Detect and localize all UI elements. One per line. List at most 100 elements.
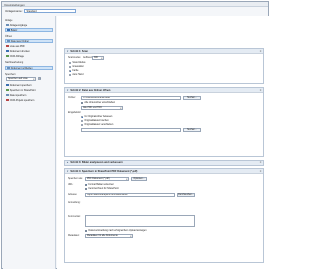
chevron-down-icon: ▾ (67, 169, 69, 173)
sidebar-item-ablagevorgaenge[interactable]: Ablagevorgänge (5, 23, 53, 27)
sidebar-item-label: Speichern in SharePoint (9, 88, 36, 92)
save-icon (6, 83, 9, 87)
group-oeffnen-title: Öffnen (5, 35, 13, 38)
resolution-select[interactable]: 300 ▾ (92, 56, 104, 60)
radio-button[interactable] (69, 65, 72, 68)
folder-input[interactable]: C:\Users\Documents\Scan (81, 96, 181, 101)
template-name-bar: Vorlagenname: Standard (2, 7, 268, 15)
file-type-select[interactable]: Alle PDF und TIFF ▾ (81, 106, 123, 110)
checkbox-label: Dokumentmeldung nach erfolgreichem Uploa… (88, 229, 147, 232)
chevron-down-icon: ▾ (101, 57, 103, 60)
sidebar-item-datei-aus-ordner[interactable]: Datei aus Ordner (5, 39, 53, 44)
step-scan-header[interactable]: ▾ Schritt 1: Scan ✕ (65, 49, 263, 54)
ocr-icon (6, 54, 9, 58)
radio-label: Graustufen (72, 65, 84, 68)
step-title: Schritt 1: Scan (70, 49, 88, 53)
checkbox-label: Alle Unterordner einschließen (84, 101, 116, 104)
radio-farbe[interactable]: Farbe (69, 69, 78, 73)
address-label: Adresse: (68, 193, 78, 196)
chevron-down-icon: ▾ (130, 234, 132, 238)
checkbox[interactable] (85, 229, 88, 232)
step-analyze-section: ▸ Schritt 3: Bilder analysieren und verb… (64, 160, 264, 166)
scanner-icon (6, 23, 9, 27)
metadata-select[interactable]: Metadaten für alle Dokumente ▾ (85, 233, 133, 238)
resolution-value: 300 (94, 57, 98, 60)
radio-delete-original[interactable]: Originaldateien löschen (81, 119, 109, 122)
detect-format-check[interactable]: ✓ Format Balken erkennen (85, 183, 114, 186)
sidebar-item-label: Bilanz (10, 28, 18, 32)
document-icon (6, 49, 9, 53)
input-field-label: Eingabefeld: (68, 111, 81, 114)
sidebar-item-dokument-drucken[interactable]: Dokument drucken (5, 49, 53, 53)
sidebar-item-speichern-sharepoint[interactable]: Speichern in SharePoint (5, 88, 53, 92)
checkbox[interactable]: ✓ (85, 183, 88, 186)
save-format-select[interactable]: PDF Dokument (*.pdf) ▾ (85, 177, 129, 181)
close-icon[interactable]: ✕ (259, 170, 261, 173)
radio-label: Scan-Modus (72, 61, 86, 64)
radio-button[interactable] (69, 61, 72, 64)
sidebar-item-label: Liste aus PDF (9, 44, 25, 48)
sidebar-item-label: Dokument drucken (9, 49, 30, 53)
radio-button[interactable] (69, 73, 72, 76)
radio-graustufen[interactable]: Graustufen (69, 65, 84, 68)
checkbox[interactable] (81, 101, 84, 104)
sidebar-item-label: OCR-Projekt speichern (9, 98, 35, 102)
steps-panel: ▾ Schritt 1: Scan ✕ Scanmodus: Auflösung… (57, 16, 269, 269)
close-icon[interactable]: ✕ (259, 89, 261, 92)
checkbox-label: Kennzeichnen für SharePoint (88, 188, 119, 191)
browse-target-button[interactable]: Suchen... (183, 127, 201, 132)
show-upload-message-check[interactable]: Dokumentmeldung nach erfolgreichem Uploa… (85, 229, 147, 232)
address-input[interactable]: https://www.sharepoint.com/Dokumente (85, 192, 175, 197)
step-title: Schritt 4: Speichern in SharePoint PDF D… (70, 169, 138, 173)
file-icon (6, 93, 9, 97)
sidebar-item-dokument-schliessen[interactable]: Dokument schließen (5, 66, 53, 71)
chevron-right-icon: ▸ (67, 161, 69, 165)
options-button[interactable]: Optionen... (131, 177, 147, 182)
template-name-input[interactable]: Standard (24, 8, 77, 14)
step-save-sharepoint-header[interactable]: ▾ Schritt 4: Speichern in SharePoint PDF… (65, 169, 263, 174)
browse-address-button[interactable]: Durchsuchen... (177, 192, 195, 197)
sharepoint-icon (6, 88, 9, 92)
include-subfolders-check[interactable]: Alle Unterordner einschließen (81, 101, 116, 104)
folder-icon (7, 39, 10, 43)
sidebar-item-dokument-speichern[interactable]: Dokument speichern (5, 83, 53, 87)
target-folder-input[interactable] (81, 128, 181, 132)
checkbox-label: Format Balken erkennen (88, 183, 114, 186)
radio-scan-modus[interactable]: Scan-Modus (69, 61, 86, 64)
step-open-folder-header[interactable]: ▾ Schritt 2: Datei aus Ordner öffnen ✕ (65, 88, 263, 93)
sidebar-item-ocr-abfrage[interactable]: OCR Abfrage (5, 54, 53, 58)
radio-auto-hand[interactable]: Auto Hand (69, 73, 84, 76)
sidebar-item-label: OCR Abfrage (9, 54, 24, 58)
radio-button[interactable] (69, 69, 72, 73)
radio-keep-original[interactable]: Im Originalordner belassen (81, 115, 112, 119)
sidebar-item-label: Datei speichern (9, 93, 27, 97)
step-title: Schritt 2: Datei aus Ordner öffnen (70, 88, 111, 92)
step-analyze-header[interactable]: ▸ Schritt 3: Bilder analysieren und verb… (65, 161, 263, 165)
sidebar-item-liste-aus-pdf[interactable]: Liste aus PDF (5, 44, 53, 48)
step-scan-section: ▾ Schritt 1: Scan ✕ Scanmodus: Auflösung… (64, 48, 264, 84)
browse-folder-button[interactable]: Suchen... (183, 96, 201, 101)
checkbox[interactable] (85, 188, 88, 191)
save-as-label: Speichern als: (68, 178, 83, 180)
close-icon[interactable]: ✕ (259, 50, 261, 53)
save-target-select[interactable]: Speichern auf Liste (6, 77, 36, 81)
sidebar-item-ocr-projekt[interactable]: OCR-Projekt speichern (5, 98, 53, 102)
comment-textarea[interactable] (85, 215, 195, 227)
radio-move-original[interactable]: Originaldateien verschieben (81, 123, 114, 126)
mark-sharepoint-check[interactable]: Kennzeichnen für SharePoint (85, 188, 119, 191)
radio-button[interactable] (81, 115, 84, 119)
sidebar-item-bilanz[interactable]: Bilanz (5, 28, 53, 33)
login-label: Anmeldung: (68, 202, 81, 204)
project-icon (6, 98, 9, 102)
radio-button[interactable] (81, 123, 84, 126)
metadata-value: Metadaten für alle Dokumente (87, 234, 118, 237)
add-step-button[interactable]: + (38, 77, 42, 81)
radio-label: Auto Hand (72, 73, 84, 76)
close-icon[interactable]: ✕ (259, 161, 261, 164)
step-open-folder-section: ▾ Schritt 2: Datei aus Ordner öffnen ✕ O… (64, 87, 264, 157)
radio-button[interactable] (81, 119, 84, 122)
url-label: URL: (68, 184, 74, 186)
sidebar-item-label: Datei aus Ordner (10, 39, 29, 43)
radio-label: Originaldateien verschieben (84, 123, 114, 126)
sidebar-item-datei-speichern[interactable]: Datei speichern (5, 93, 53, 97)
